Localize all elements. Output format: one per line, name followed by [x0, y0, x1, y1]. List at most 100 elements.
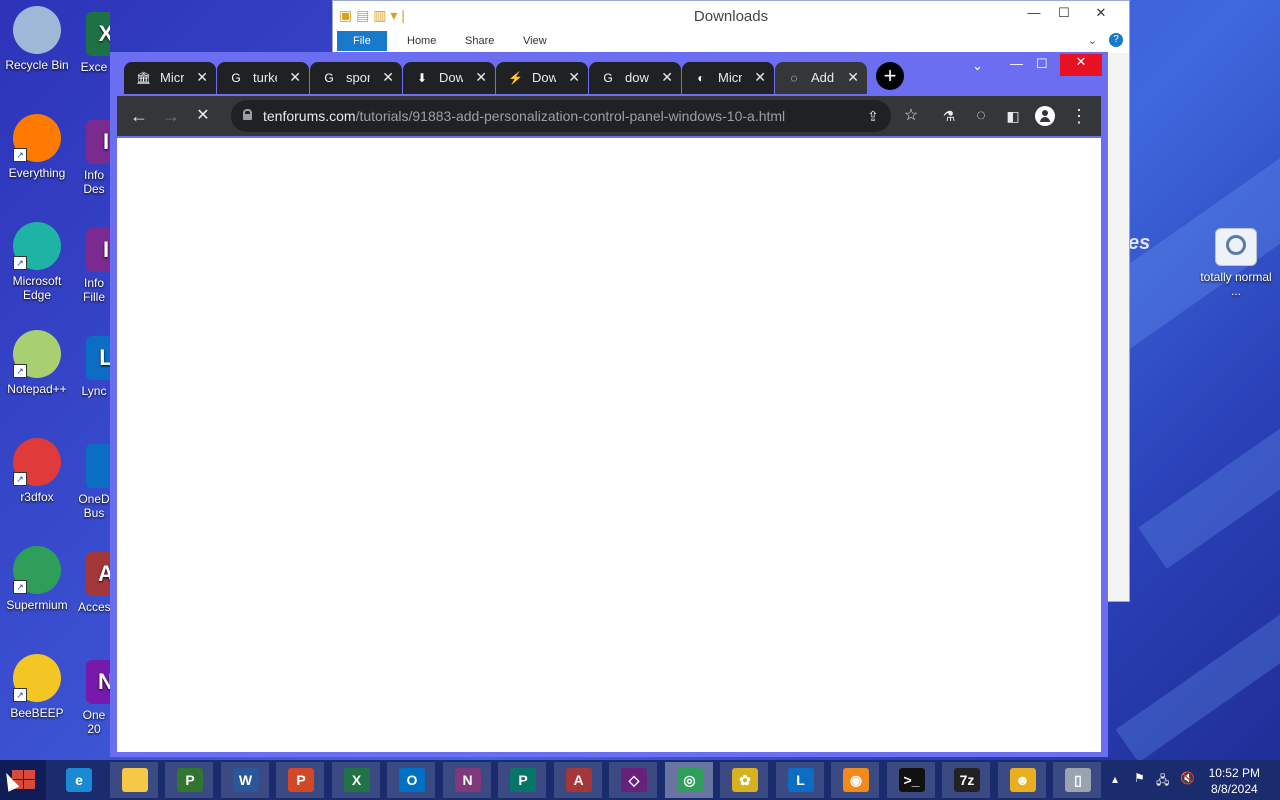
tab-close-icon[interactable]: ✕ [661, 69, 673, 86]
taskbar-recycle[interactable]: ▯ [1053, 762, 1101, 798]
supermium-icon: ↗ [13, 546, 61, 594]
taskbar-excel[interactable]: X [331, 762, 380, 798]
r3dfox-icon: ↗ [13, 438, 61, 486]
tab-close-icon[interactable]: ✕ [568, 69, 580, 86]
browser-tab[interactable]: Gturke ✕ [217, 62, 309, 94]
forward-icon[interactable]: → [159, 104, 183, 128]
desktop-icon-microsoft-edge[interactable]: ↗ Microsoft Edge [1, 222, 73, 302]
maximize-button[interactable]: ☐ [1049, 5, 1079, 25]
recycle-bin-icon: ▯ [1065, 768, 1091, 792]
tab-close-icon[interactable]: ✕ [754, 69, 766, 86]
stop-loading-icon[interactable]: ✕ [191, 104, 215, 128]
tab-close-icon[interactable]: ✕ [475, 69, 487, 86]
desktop-icon-label: r3dfox [20, 490, 54, 504]
browser-window[interactable]: 🏛 Micr ✕ Gturke ✕ Gspor ✕ ⬇ Dow ✕ ⚡ Dow ✕ Gdow ✕ ◐ Micr ✕… [110, 52, 1108, 757]
tab-close-icon[interactable]: ✕ [196, 69, 208, 86]
tray-overflow-icon[interactable]: ▴ [1112, 772, 1118, 786]
minimize-button[interactable]: — [1019, 5, 1049, 25]
taskbar-outlook[interactable]: O [387, 762, 435, 798]
explorer-titlebar[interactable]: ▣ ▤ ▥ ▾ | Downloads — ☐ ✕ [333, 1, 1129, 31]
share-icon[interactable]: ⇪ [861, 104, 885, 128]
taskbar-7zip[interactable]: 7z [942, 762, 990, 798]
close-button[interactable]: ✕ [1081, 5, 1121, 25]
ribbon-expand-icon[interactable]: ⌄ [1088, 34, 1097, 47]
desktop-icon-oned-bus[interactable]: OneD Bus [78, 444, 110, 520]
tab-close-icon[interactable]: ✕ [847, 69, 859, 86]
tab-title: Add [811, 70, 835, 85]
desktop-icon-lync[interactable]: L Lync [78, 336, 110, 398]
taskbar-lync[interactable]: L [775, 762, 824, 798]
browser-tab[interactable]: Gdow ✕ [589, 62, 681, 94]
taskbar-internet-explorer[interactable]: e [54, 762, 102, 798]
taskbar-word[interactable]: W [220, 762, 269, 798]
icon-letter: I [102, 237, 110, 262]
new-tab-button[interactable]: + [876, 62, 904, 90]
maximize-button[interactable]: ☐ [1036, 56, 1048, 72]
desktop-icon-exce[interactable]: X Exce [78, 12, 110, 74]
address-bar[interactable]: tenforums.com/tutorials/91883-add-person… [231, 100, 891, 132]
mascot-icon: ☻ [1009, 768, 1036, 792]
tab-close-icon[interactable]: ✕ [382, 69, 394, 86]
taskbar-publisher[interactable]: P [498, 762, 546, 798]
taskbar-browser[interactable]: ◉ [831, 762, 879, 798]
museum-icon: 🏛 [136, 71, 152, 85]
desktop-icon-supermium[interactable]: ↗ Supermium [1, 546, 73, 612]
desktop-icon-info-fille[interactable]: I Info Fille [78, 228, 110, 304]
desktop-icon-recycle-bin[interactable]: Recycle Bin [1, 6, 73, 72]
shortcut-arrow-icon: ↗ [13, 472, 27, 486]
desktop-icon-one-20[interactable]: N One 20 [78, 660, 110, 736]
menu-kebab-icon[interactable]: ⋮ [1067, 104, 1091, 128]
side-panel-icon[interactable]: ◧ [1001, 104, 1025, 128]
profile-icon[interactable] [1033, 104, 1057, 128]
word-icon: W [232, 768, 259, 792]
back-icon[interactable]: ← [127, 104, 151, 128]
browser-tab[interactable]: ⬇ Dow ✕ [403, 62, 495, 94]
tab-search-icon[interactable]: ⌄ [972, 58, 983, 74]
network-icon[interactable]: 🖧 [1156, 771, 1169, 792]
page-content-blank[interactable] [117, 138, 1101, 752]
icon-letter: N [98, 669, 110, 694]
ribbon-tab-home[interactable]: Home [407, 35, 436, 47]
notepad-plus-plus-icon: ↗ [13, 330, 61, 378]
taskbar-file-explorer[interactable] [109, 762, 158, 798]
tab-close-icon[interactable]: ✕ [289, 69, 301, 86]
explorer-content-edge [1109, 53, 1129, 601]
ribbon-tab-share[interactable]: Share [465, 35, 494, 47]
loading-spinner-icon[interactable]: ◌ [969, 104, 993, 128]
labs-flask-icon[interactable]: ⚗ [937, 104, 961, 128]
action-flag-icon[interactable]: ⚑ [1134, 771, 1145, 785]
desktop-icon-info-des[interactable]: I Info Des [78, 120, 110, 196]
desktop-icon-r3dfox[interactable]: ↗ r3dfox [1, 438, 73, 504]
browser-tab[interactable]: 🏛 Micr ✕ [124, 62, 216, 94]
bookmark-star-icon[interactable]: ☆ [899, 104, 923, 128]
close-button[interactable]: ✕ [1060, 54, 1102, 76]
desktop-icon-beebeep[interactable]: ↗ BeeBEEP [1, 654, 73, 720]
browser-tab[interactable]: ◐ Micr ✕ [682, 62, 774, 94]
help-icon[interactable]: ? [1109, 33, 1123, 47]
ribbon-tab-file[interactable]: File [337, 31, 387, 51]
desktop-icon-notepad-[interactable]: ↗ Notepad++ [1, 330, 73, 396]
volume-muted-icon[interactable]: 🔇 [1180, 771, 1195, 785]
taskbar-visual-studio[interactable]: ◇ [609, 762, 657, 798]
desktop-icon-acces[interactable]: A Acces [78, 552, 110, 614]
ribbon-tab-view[interactable]: View [523, 35, 547, 47]
taskbar-access[interactable]: A [553, 762, 602, 798]
taskbar-beebeep[interactable]: ✿ [720, 762, 768, 798]
loading-icon: ◌ [790, 71, 798, 85]
desktop-icon-label: One 20 [82, 708, 106, 736]
taskbar-supermium[interactable]: ◎ [664, 762, 713, 798]
taskbar-command-prompt[interactable]: >_ [886, 762, 935, 798]
desktop-icon-totally-normal[interactable]: totally normal ... [1200, 228, 1272, 298]
desktop-icon-everything[interactable]: ↗ Everything [1, 114, 73, 180]
taskbar-onenote[interactable]: N [442, 762, 491, 798]
browser-tab[interactable]: Gspor ✕ [310, 62, 402, 94]
taskbar-project[interactable]: P [165, 762, 213, 798]
clock[interactable]: 10:52 PM 8/8/2024 [1209, 765, 1260, 797]
taskbar-app[interactable]: ☻ [997, 762, 1046, 798]
url-text[interactable]: tenforums.com/tutorials/91883-add-person… [263, 108, 785, 124]
lock-icon[interactable] [243, 109, 252, 120]
minimize-button[interactable]: — [1010, 56, 1023, 71]
browser-tab[interactable]: ⚡ Dow ✕ [496, 62, 588, 94]
browser-tab[interactable]: ◌ Add ✕ [775, 62, 867, 94]
taskbar-powerpoint[interactable]: P [276, 762, 324, 798]
